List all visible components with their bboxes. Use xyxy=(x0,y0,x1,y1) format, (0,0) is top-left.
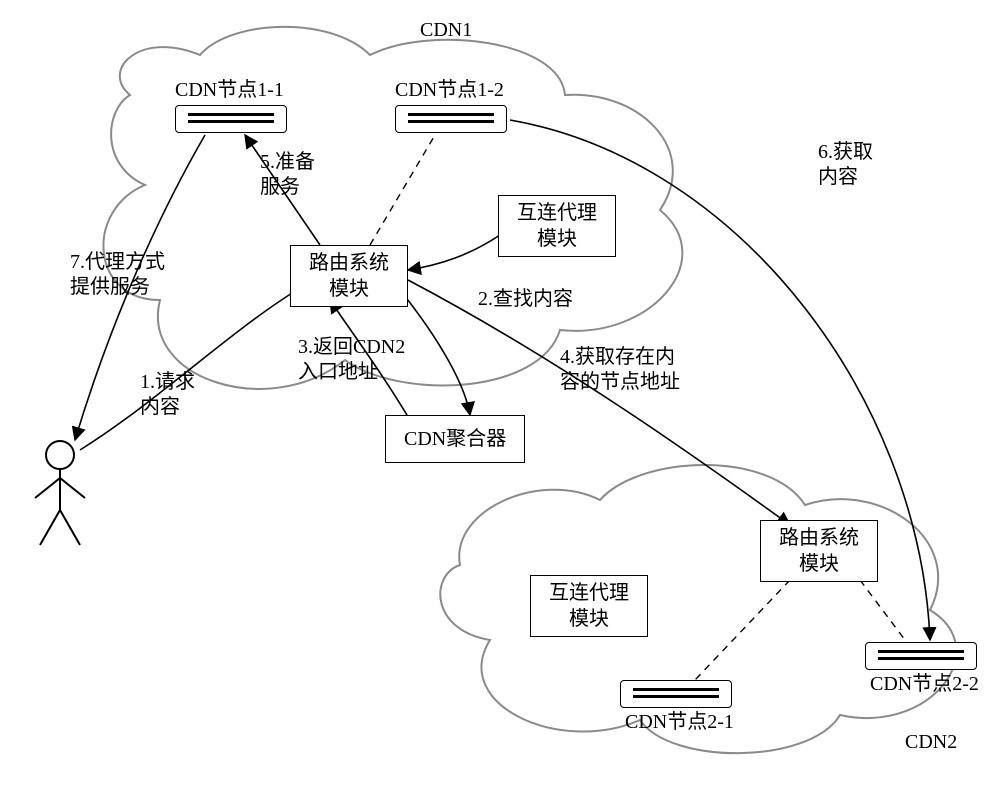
node12-label: CDN节点1-2 xyxy=(395,78,504,103)
step4-label: 4.获取存在内 容的节点地址 xyxy=(560,345,680,395)
proxy2-box: 互连代理 模块 xyxy=(530,575,648,637)
arrow-step2 xyxy=(400,290,470,415)
dashed-routing2-node22 xyxy=(860,580,905,640)
proxy1-box: 互连代理 模块 xyxy=(498,195,616,257)
cdn1-title: CDN1 xyxy=(420,18,472,43)
arrow-proxy1-routing1 xyxy=(408,235,500,270)
arrow-step4 xyxy=(408,280,790,525)
user-icon xyxy=(35,441,85,545)
node12-server xyxy=(395,105,507,133)
node11-server xyxy=(175,105,287,133)
arrow-step1 xyxy=(80,285,305,450)
node21-label: CDN节点2-1 xyxy=(625,710,734,735)
node21-server xyxy=(620,680,732,708)
node22-server xyxy=(865,642,977,670)
dashed-routing2-node21 xyxy=(695,580,790,680)
routing2-box: 路由系统 模块 xyxy=(760,520,878,582)
node22-label: CDN节点2-2 xyxy=(870,672,979,697)
aggregator-box: CDN聚合器 xyxy=(385,415,525,463)
diagram-stage: { "cdn1": { "title": "CDN1", "node11": "… xyxy=(0,0,1000,787)
step6-label: 6.获取 内容 xyxy=(818,140,873,190)
node11-label: CDN节点1-1 xyxy=(175,78,284,103)
routing1-box: 路由系统 模块 xyxy=(290,245,408,307)
step1-label: 1.请求 内容 xyxy=(140,370,195,420)
step7-label: 7.代理方式 提供服务 xyxy=(70,250,165,300)
dashed-routing1-node12 xyxy=(370,135,435,245)
step2-label: 2.查找内容 xyxy=(478,287,573,312)
step5-label: 5.准备 服务 xyxy=(260,150,315,200)
step3-label: 3.返回CDN2 入口地址 xyxy=(298,335,405,385)
cdn2-title: CDN2 xyxy=(905,730,957,755)
